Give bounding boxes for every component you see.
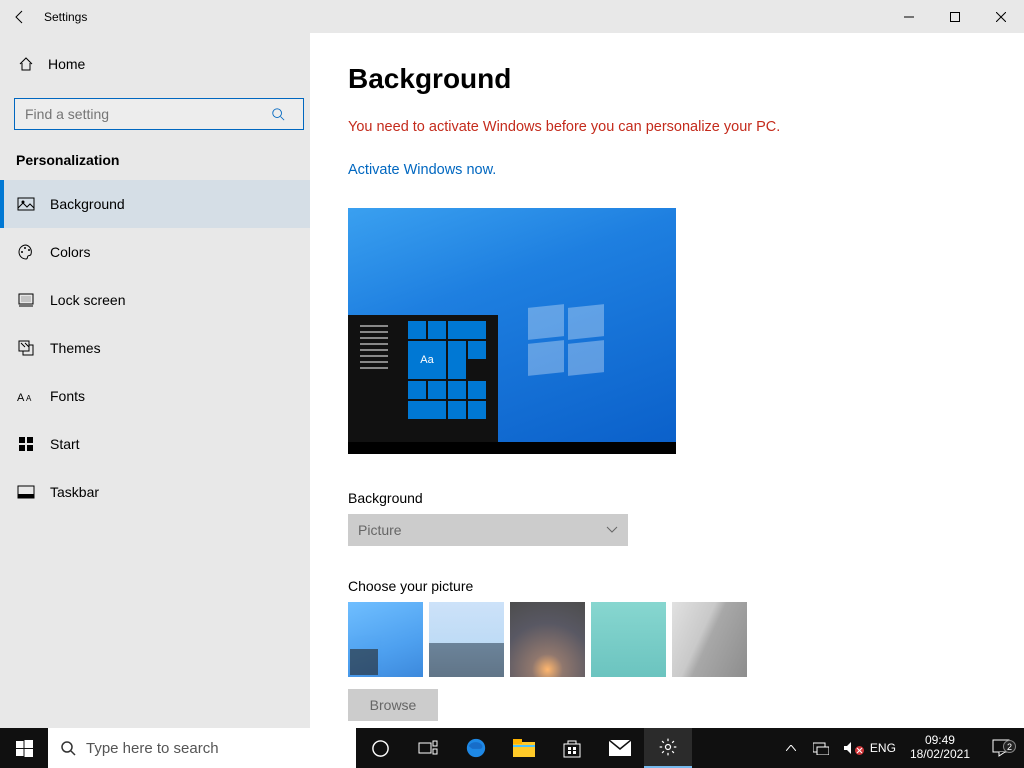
- store-button[interactable]: [548, 728, 596, 768]
- system-tray: ENG 09:49 18/02/2021 2: [774, 728, 1024, 768]
- sidebar-item-label: Taskbar: [50, 484, 99, 500]
- themes-icon: [16, 339, 36, 357]
- sidebar-item-lockscreen[interactable]: Lock screen: [0, 276, 310, 324]
- chevron-down-icon: [606, 526, 618, 534]
- sidebar-item-background[interactable]: Background: [0, 180, 310, 228]
- preview-startmenu: Aa: [348, 315, 498, 442]
- back-button[interactable]: [0, 0, 40, 33]
- sidebar-item-colors[interactable]: Colors: [0, 228, 310, 276]
- explorer-button[interactable]: [500, 728, 548, 768]
- settings-window: Settings Home: [0, 0, 1024, 728]
- picture-thumb-3[interactable]: [510, 602, 585, 677]
- windows-logo-icon: [528, 306, 608, 376]
- fonts-icon: AA: [16, 389, 36, 403]
- edge-button[interactable]: [452, 728, 500, 768]
- preview-sample-tile: Aa: [408, 341, 446, 379]
- window-title: Settings: [44, 10, 87, 24]
- taskbar-icon: [16, 485, 36, 499]
- sidebar-item-label: Fonts: [50, 388, 85, 404]
- page-title: Background: [348, 63, 986, 95]
- dropdown-value: Picture: [358, 522, 402, 538]
- sidebar-item-label: Themes: [50, 340, 101, 356]
- mail-button[interactable]: [596, 728, 644, 768]
- settings-taskbar-button[interactable]: [644, 728, 692, 768]
- search-input-wrap[interactable]: [14, 98, 304, 130]
- sidebar-item-label: Start: [50, 436, 80, 452]
- browse-button[interactable]: Browse: [348, 689, 438, 721]
- picture-thumb-4[interactable]: [591, 602, 666, 677]
- cortana-button[interactable]: [356, 728, 404, 768]
- sidebar-item-label: Lock screen: [50, 292, 125, 308]
- tray-volume-icon[interactable]: [840, 741, 862, 755]
- titlebar: Settings: [0, 0, 1024, 33]
- preview-taskbar: [348, 442, 676, 454]
- taskbar-search-placeholder: Type here to search: [86, 740, 219, 757]
- sidebar: Home Personalization Background: [0, 33, 310, 728]
- activate-link[interactable]: Activate Windows now.: [348, 162, 496, 178]
- svg-text:A: A: [17, 392, 25, 403]
- task-view-button[interactable]: [404, 728, 452, 768]
- search-input[interactable]: [15, 106, 271, 122]
- minimize-button[interactable]: [886, 0, 932, 33]
- main-content: Background You need to activate Windows …: [310, 33, 1024, 728]
- tray-chevron-up-icon[interactable]: [780, 745, 802, 751]
- close-button[interactable]: [978, 0, 1024, 33]
- lockscreen-icon: [16, 291, 36, 309]
- sidebar-item-start[interactable]: Start: [0, 420, 310, 468]
- sidebar-item-fonts[interactable]: AA Fonts: [0, 372, 310, 420]
- search-icon: [271, 107, 303, 121]
- sidebar-item-taskbar[interactable]: Taskbar: [0, 468, 310, 516]
- tray-date: 18/02/2021: [910, 748, 970, 762]
- start-icon: [16, 436, 36, 452]
- activation-warning: You need to activate Windows before you …: [348, 119, 986, 135]
- picture-thumbs: [348, 602, 986, 677]
- tray-language[interactable]: ENG: [870, 741, 896, 755]
- section-title: Personalization: [0, 134, 310, 180]
- taskbar: Type here to search ENG 09:49 18/02: [0, 728, 1024, 768]
- choose-label: Choose your picture: [348, 578, 986, 594]
- home-icon: [16, 56, 36, 72]
- home-label: Home: [48, 56, 85, 72]
- picture-icon: [16, 195, 36, 213]
- sidebar-item-themes[interactable]: Themes: [0, 324, 310, 372]
- tray-network-icon[interactable]: [810, 741, 832, 755]
- sidebar-item-label: Background: [50, 196, 125, 212]
- notification-badge: 2: [1003, 740, 1016, 753]
- body: Home Personalization Background: [0, 33, 1024, 728]
- start-button[interactable]: [0, 728, 48, 768]
- maximize-button[interactable]: [932, 0, 978, 33]
- picture-thumb-1[interactable]: [348, 602, 423, 677]
- picture-thumb-2[interactable]: [429, 602, 504, 677]
- background-type-dropdown[interactable]: Picture: [348, 514, 628, 546]
- sidebar-item-label: Colors: [50, 244, 90, 260]
- home-nav[interactable]: Home: [0, 41, 310, 86]
- svg-text:A: A: [26, 394, 32, 403]
- bg-label: Background: [348, 490, 986, 506]
- taskbar-search[interactable]: Type here to search: [48, 728, 356, 768]
- tray-clock[interactable]: 09:49 18/02/2021: [904, 734, 976, 762]
- action-center-button[interactable]: 2: [984, 739, 1018, 757]
- desktop-preview: Aa: [348, 208, 676, 454]
- search-icon: [60, 740, 76, 756]
- palette-icon: [16, 243, 36, 261]
- picture-thumb-5[interactable]: [672, 602, 747, 677]
- tray-time: 09:49: [925, 734, 955, 748]
